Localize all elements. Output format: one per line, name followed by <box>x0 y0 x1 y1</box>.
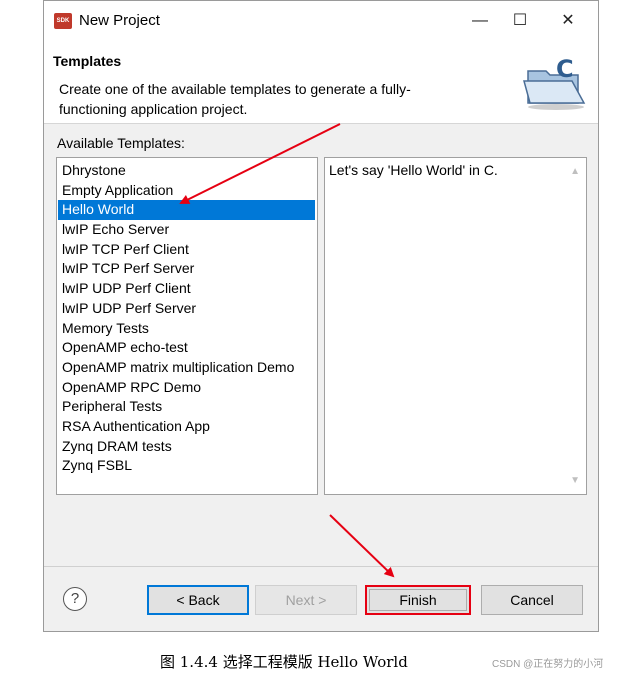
c-project-folder-icon: C <box>523 55 586 110</box>
svg-text:C: C <box>556 55 574 83</box>
finish-button-label: Finish <box>369 589 467 611</box>
sdk-app-icon: SDK <box>54 13 72 29</box>
template-item[interactable]: OpenAMP matrix multiplication Demo <box>58 358 315 378</box>
template-item[interactable]: lwIP Echo Server <box>58 220 315 240</box>
page-title: Templates <box>53 53 122 69</box>
template-item[interactable]: lwIP UDP Perf Client <box>58 279 315 299</box>
help-icon[interactable]: ? <box>63 587 87 611</box>
title-bar: SDK New Project — ☐ ✕ <box>44 1 598 41</box>
template-item[interactable]: Dhrystone <box>58 161 315 181</box>
new-project-dialog: SDK New Project — ☐ ✕ Templates Create o… <box>43 0 599 632</box>
scroll-up-icon[interactable]: ▲ <box>570 166 580 177</box>
template-item[interactable]: Peripheral Tests <box>58 397 315 417</box>
templates-list[interactable]: Dhrystone Empty Application Hello World lwI… <box>56 157 318 495</box>
template-item[interactable]: Zynq FSBL <box>58 456 315 476</box>
next-button[interactable]: Next > <box>255 585 357 615</box>
template-item[interactable]: OpenAMP echo-test <box>58 338 315 358</box>
figure-caption: 图 1.4.4 选择工程模版 Hello World <box>160 653 408 671</box>
finish-button[interactable]: Finish <box>365 585 471 615</box>
template-item[interactable]: Zynq DRAM tests <box>58 437 315 457</box>
scroll-down-icon[interactable]: ▼ <box>570 475 580 486</box>
template-item[interactable]: OpenAMP RPC Demo <box>58 378 315 398</box>
back-button[interactable]: < Back <box>147 585 249 615</box>
maximize-button[interactable]: ☐ <box>500 8 540 34</box>
footer-separator <box>44 566 598 567</box>
window-title: New Project <box>79 12 160 29</box>
minimize-button[interactable]: — <box>460 8 500 34</box>
template-item[interactable]: RSA Authentication App <box>58 417 315 437</box>
template-item[interactable]: lwIP UDP Perf Server <box>58 299 315 319</box>
template-description-box: Let's say 'Hello World' in C. ▲ ▼ <box>324 157 587 495</box>
template-item[interactable]: Empty Application <box>58 181 315 201</box>
watermark: CSDN @正在努力的小河 <box>492 659 604 670</box>
template-item[interactable]: Memory Tests <box>58 319 315 339</box>
template-item[interactable]: lwIP TCP Perf Client <box>58 240 315 260</box>
close-button[interactable]: ✕ <box>548 8 588 34</box>
template-item[interactable]: Hello World <box>58 200 315 221</box>
page-description: Create one of the available templates to… <box>59 81 411 117</box>
template-item[interactable]: lwIP TCP Perf Server <box>58 259 315 279</box>
wizard-header: Templates Create one of the available te… <box>44 41 598 124</box>
template-description: Let's say 'Hello World' in C. <box>329 162 498 178</box>
available-templates-label: Available Templates: <box>57 135 185 151</box>
cancel-button[interactable]: Cancel <box>481 585 583 615</box>
